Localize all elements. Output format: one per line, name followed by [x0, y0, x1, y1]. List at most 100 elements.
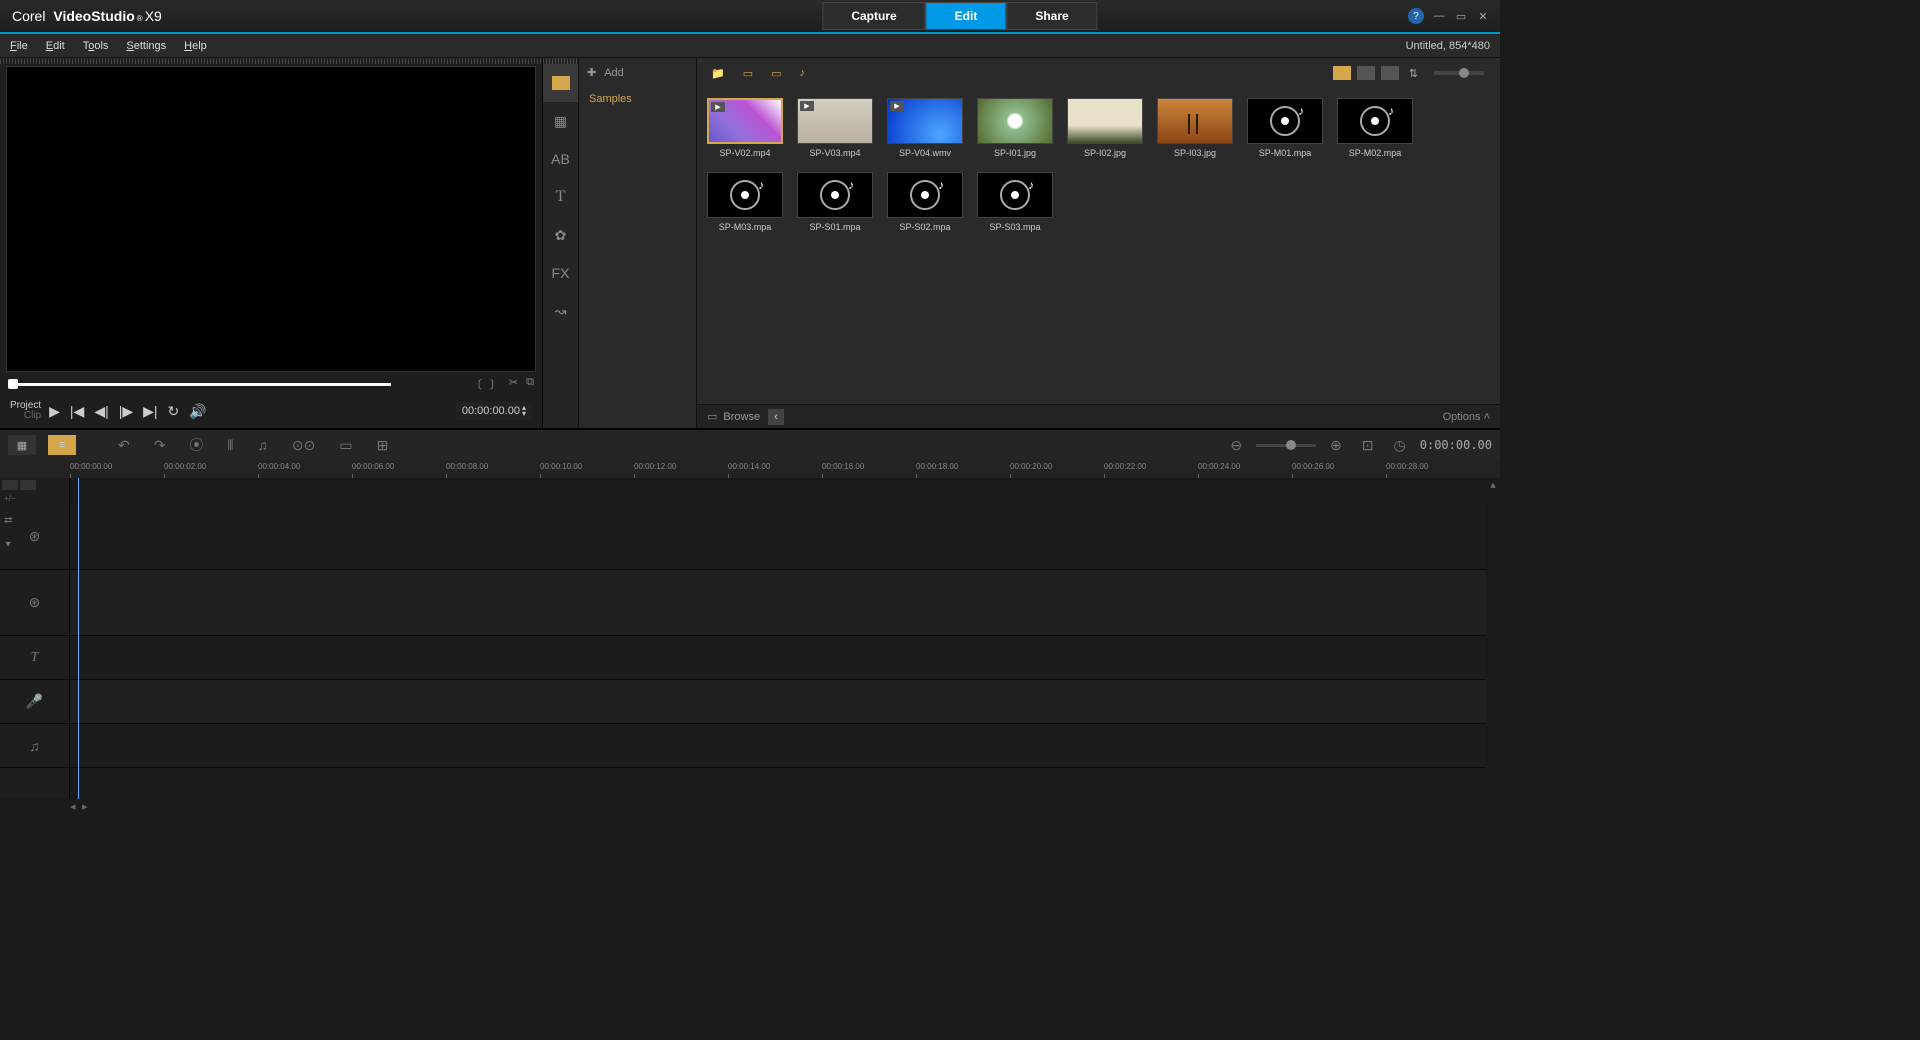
mode-tab-edit[interactable]: Edit [926, 2, 1007, 30]
track-head-voice[interactable]: 🎤 [0, 680, 69, 724]
tab-media[interactable] [543, 64, 578, 102]
track-options-button[interactable]: ▾ [4, 534, 12, 554]
mark-in-icon[interactable]: 〔 [471, 376, 482, 392]
library-item[interactable]: SP-I02.jpg [1067, 98, 1143, 158]
track-toggle-2[interactable] [20, 480, 36, 490]
library-item[interactable]: ♪SP-S02.mpa [887, 172, 963, 232]
scroll-left-icon[interactable]: ◂ [70, 800, 82, 812]
track-head-music[interactable]: ♫ [0, 724, 69, 768]
track-lane-music[interactable] [70, 724, 1486, 768]
library-thumbnail[interactable]: ♪ [797, 172, 873, 218]
tab-path[interactable]: ↝ [543, 292, 578, 330]
fit-project-button[interactable]: ⊡ [1356, 435, 1380, 456]
timeline-zoom-slider[interactable] [1256, 444, 1316, 447]
library-item[interactable]: ♪SP-M03.mpa [707, 172, 783, 232]
view-list-button[interactable] [1357, 66, 1375, 80]
audio-mixer-button[interactable]: ⫴ [221, 435, 239, 456]
import-folder-button[interactable]: 📁 [707, 65, 729, 82]
library-thumbnail[interactable]: ♪ [1247, 98, 1323, 144]
zoom-out-button[interactable]: ⊖ [1224, 435, 1248, 456]
track-lane-title[interactable] [70, 636, 1486, 680]
maximize-button[interactable]: ▭ [1454, 9, 1468, 23]
options-button[interactable]: Options ˄ [1443, 411, 1490, 423]
record-button[interactable]: ⦿ [183, 433, 209, 457]
filter-photo-button[interactable]: ▭ [767, 65, 785, 82]
project-duration-icon[interactable]: ◷ [1388, 435, 1412, 456]
library-item[interactable]: ♪SP-S03.mpa [977, 172, 1053, 232]
library-thumbnail[interactable]: ♪ [977, 172, 1053, 218]
library-item[interactable]: SP-I01.jpg [977, 98, 1053, 158]
drag-handle[interactable] [0, 58, 542, 64]
library-item[interactable]: ♪SP-M02.mpa [1337, 98, 1413, 158]
preview-video[interactable] [6, 66, 536, 372]
library-thumbnail[interactable] [1157, 98, 1233, 144]
ripple-edit-button[interactable]: ⇄ [4, 510, 12, 530]
library-thumbnail[interactable]: ♪ [707, 172, 783, 218]
library-thumbnail[interactable] [977, 98, 1053, 144]
view-details-button[interactable] [1381, 66, 1399, 80]
track-lane-voice[interactable] [70, 680, 1486, 724]
minimize-button[interactable]: — [1432, 9, 1446, 23]
subtitle-button[interactable]: ▭ [333, 435, 358, 456]
library-thumbnail[interactable]: ▶ [707, 98, 783, 144]
menu-tools[interactable]: Tools [83, 40, 109, 52]
close-button[interactable]: ✕ [1476, 9, 1490, 23]
storyboard-view-button[interactable]: ▦ [8, 435, 36, 455]
tab-transition[interactable]: ▦ [543, 102, 578, 140]
help-icon[interactable]: ? [1408, 8, 1424, 24]
playhead[interactable] [78, 478, 79, 799]
track-head-title[interactable]: T [0, 636, 69, 680]
zoom-in-button[interactable]: ⊕ [1324, 435, 1348, 456]
browse-button[interactable]: ▭ Browse [707, 410, 760, 423]
sort-button[interactable]: ⇅ [1405, 65, 1422, 82]
tab-text[interactable]: T [543, 178, 578, 216]
go-start-button[interactable]: |◀ [68, 401, 86, 422]
library-thumbnail[interactable]: ♪ [1337, 98, 1413, 144]
library-item[interactable]: ♪SP-S01.mpa [797, 172, 873, 232]
menu-edit[interactable]: Edit [46, 40, 65, 52]
tab-title[interactable]: AB [543, 140, 578, 178]
next-frame-button[interactable]: |▶ [117, 401, 135, 422]
library-item[interactable]: ▶SP-V03.mp4 [797, 98, 873, 158]
track-body[interactable] [70, 478, 1486, 799]
mode-tab-capture[interactable]: Capture [822, 2, 925, 30]
folder-samples[interactable]: Samples [579, 87, 696, 111]
library-thumbnail[interactable]: ▶ [887, 98, 963, 144]
library-thumbnail[interactable] [1067, 98, 1143, 144]
scroll-up-icon[interactable]: ▴ [1486, 478, 1500, 491]
filter-video-button[interactable]: ▭ [739, 65, 757, 82]
view-thumbnails-button[interactable] [1333, 66, 1351, 80]
track-expand[interactable]: +/− [0, 492, 69, 504]
repeat-button[interactable]: ↻ [166, 401, 182, 422]
mode-tab-share[interactable]: Share [1006, 2, 1097, 30]
horizontal-scrollbar[interactable]: ◂ ▸ [0, 799, 1500, 813]
menu-file[interactable]: File [10, 40, 28, 52]
track-lane-video[interactable] [70, 504, 1486, 570]
preview-timecode[interactable]: 00:00:00.00▴▾ [456, 402, 532, 420]
track-toggle-1[interactable] [2, 480, 18, 490]
library-thumbnail[interactable]: ♪ [887, 172, 963, 218]
go-end-button[interactable]: ▶| [141, 401, 159, 422]
volume-button[interactable]: 🔊 [187, 401, 208, 422]
play-button[interactable]: ▶ [47, 401, 62, 422]
timeline-view-button[interactable]: ≡ [48, 435, 76, 455]
tab-filter[interactable]: FX [543, 254, 578, 292]
undo-button[interactable]: ↶ [112, 435, 136, 456]
scroll-right-icon[interactable]: ▸ [82, 800, 94, 812]
multi-view-button[interactable]: ⊞ [371, 435, 395, 456]
split-icon[interactable]: ✂ [509, 376, 518, 392]
library-item[interactable]: SP-I03.jpg [1157, 98, 1233, 158]
vertical-scrollbar[interactable]: ▴ [1486, 478, 1500, 799]
library-item[interactable]: ♪SP-M01.mpa [1247, 98, 1323, 158]
menu-settings[interactable]: Settings [126, 40, 166, 52]
snapshot-icon[interactable]: ⧉ [526, 376, 534, 392]
scrub-track[interactable] [8, 383, 391, 386]
preview-mode-label[interactable]: Project Clip [10, 401, 41, 421]
collapse-sidebar-button[interactable]: ‹ [768, 409, 784, 425]
track-motion-button[interactable]: ⊙⊙ [286, 435, 321, 456]
tab-graphic[interactable]: ✿ [543, 216, 578, 254]
menu-help[interactable]: Help [184, 40, 207, 52]
prev-frame-button[interactable]: ◀| [92, 401, 110, 422]
zoom-thumb[interactable] [1459, 68, 1469, 78]
library-thumbnail[interactable]: ▶ [797, 98, 873, 144]
